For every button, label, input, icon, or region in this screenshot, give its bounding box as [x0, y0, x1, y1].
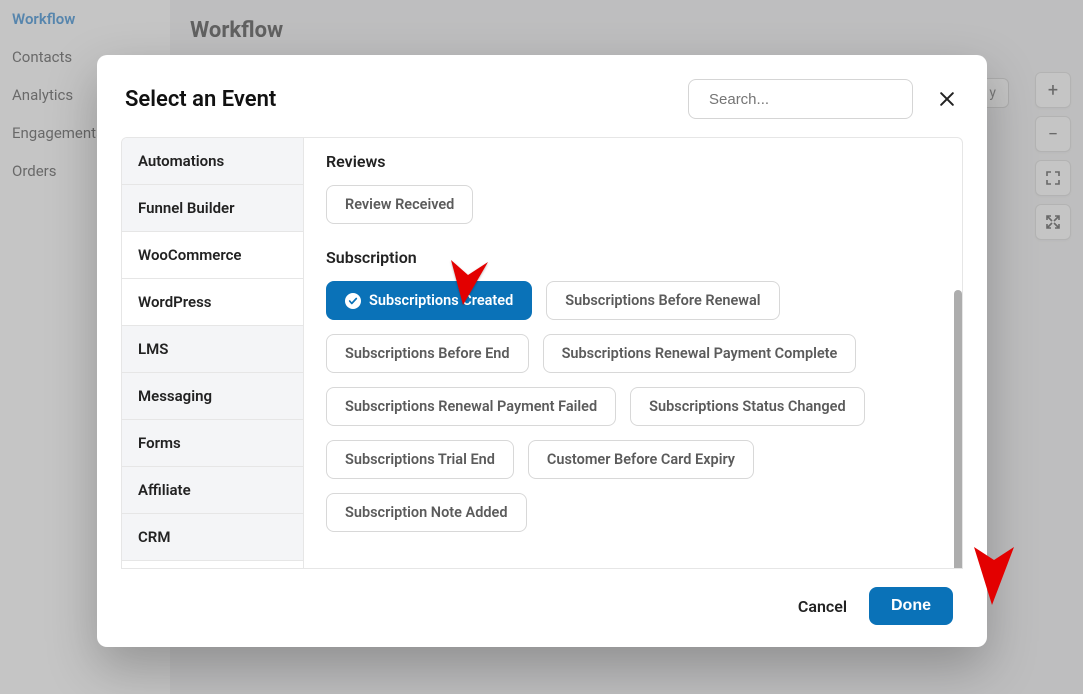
category-woocommerce[interactable]: WooCommerce	[122, 232, 303, 279]
category-lms[interactable]: LMS	[122, 326, 303, 373]
category-messaging[interactable]: Messaging	[122, 373, 303, 420]
modal-title: Select an Event	[125, 87, 276, 112]
modal-footer: Cancel Done	[97, 569, 987, 647]
done-button[interactable]: Done	[869, 587, 953, 625]
category-crm[interactable]: CRM	[122, 514, 303, 561]
category-wordpress[interactable]: WordPress	[122, 279, 303, 326]
event-subscriptions-before-end[interactable]: Subscriptions Before End	[326, 334, 529, 373]
search-box[interactable]	[688, 79, 913, 119]
event-label: Subscriptions Created	[369, 292, 513, 309]
event-subscriptions-trial-end[interactable]: Subscriptions Trial End	[326, 440, 514, 479]
event-subscriptions-status-changed[interactable]: Subscriptions Status Changed	[630, 387, 864, 426]
event-subscriptions-created[interactable]: Subscriptions Created	[326, 281, 532, 320]
event-panel[interactable]: Reviews Review Received Subscription Sub…	[304, 138, 962, 568]
modal-header: Select an Event	[97, 55, 987, 137]
category-forms[interactable]: Forms	[122, 420, 303, 467]
category-list: Automations Funnel Builder WooCommerce W…	[122, 138, 304, 568]
scrollbar-thumb[interactable]	[954, 290, 962, 569]
close-icon	[937, 89, 957, 109]
event-subscriptions-renewal-payment-complete[interactable]: Subscriptions Renewal Payment Complete	[543, 334, 857, 373]
event-subscription-note-added[interactable]: Subscription Note Added	[326, 493, 527, 532]
event-subscriptions-before-renewal[interactable]: Subscriptions Before Renewal	[546, 281, 779, 320]
section-subscription-title: Subscription	[326, 248, 940, 267]
select-event-modal: Select an Event Automations Funnel Build…	[97, 55, 987, 647]
category-filler	[122, 561, 303, 568]
check-icon	[345, 293, 361, 309]
event-subscriptions-renewal-payment-failed[interactable]: Subscriptions Renewal Payment Failed	[326, 387, 616, 426]
category-automations[interactable]: Automations	[122, 138, 303, 185]
modal-body: Automations Funnel Builder WooCommerce W…	[121, 137, 963, 569]
section-reviews-title: Reviews	[326, 152, 940, 171]
close-button[interactable]	[935, 87, 959, 111]
category-affiliate[interactable]: Affiliate	[122, 467, 303, 514]
event-review-received[interactable]: Review Received	[326, 185, 473, 224]
event-customer-before-card-expiry[interactable]: Customer Before Card Expiry	[528, 440, 754, 479]
category-funnel-builder[interactable]: Funnel Builder	[122, 185, 303, 232]
search-input[interactable]	[709, 91, 908, 108]
cancel-button[interactable]: Cancel	[798, 597, 847, 616]
